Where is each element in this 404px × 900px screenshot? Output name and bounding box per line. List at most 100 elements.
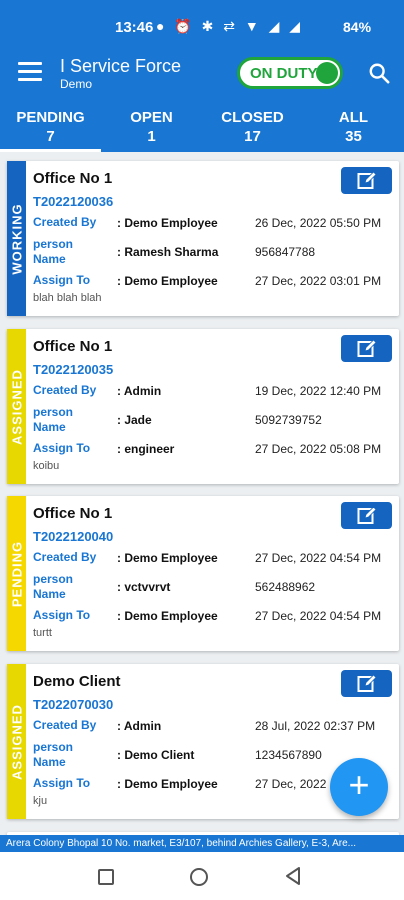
person-name-label: person Name <box>33 237 74 266</box>
ticket-id[interactable]: T2022120035 <box>33 362 113 377</box>
created-by-value: : Admin <box>117 719 162 733</box>
created-by-value: : Admin <box>117 384 162 398</box>
person-phone[interactable]: 5092739752 <box>255 413 322 427</box>
ticket-card[interactable]: ASSIGNED Office No 1 T2022120035 Created… <box>7 329 399 484</box>
ticket-title: Office No 1 <box>33 170 113 187</box>
person-phone[interactable]: 562488962 <box>255 580 315 594</box>
created-date: 19 Dec, 2022 12:40 PM <box>255 384 382 398</box>
plus-icon: + <box>348 764 370 805</box>
home-icon[interactable] <box>190 868 208 886</box>
ticket-note: blah blah blah <box>33 292 102 304</box>
edit-button[interactable] <box>341 670 392 697</box>
tab-label: PENDING <box>16 109 85 126</box>
ticket-title: Demo Client <box>33 673 121 690</box>
person-phone[interactable]: 1234567890 <box>255 748 322 762</box>
status-time: 13:46 <box>115 19 154 36</box>
status-tabs: PENDING 7 OPEN 1 CLOSED 17 ALL 35 <box>0 100 404 152</box>
ticket-id[interactable]: T2022070030 <box>33 697 113 712</box>
back-icon[interactable] <box>284 866 302 886</box>
created-by-value: : Demo Employee <box>117 216 218 230</box>
assign-to-label: Assign To <box>33 776 91 790</box>
assign-to-value: : Demo Employee <box>117 777 218 791</box>
tab-count: 35 <box>345 128 362 145</box>
duty-toggle-knob <box>316 62 338 84</box>
ticket-title: Office No 1 <box>33 338 113 355</box>
assign-to-value: : Demo Employee <box>117 274 218 288</box>
ticket-list[interactable]: WORKING Office No 1 T2022120036 Created … <box>0 152 404 835</box>
created-by-label: Created By <box>33 550 97 564</box>
tab-count: 17 <box>244 128 261 145</box>
ticket-title: Office No 1 <box>33 505 113 522</box>
person-name-label: person Name <box>33 572 74 601</box>
app-bar: I Service Force Demo ON DUTY <box>0 44 404 100</box>
edit-button[interactable] <box>341 502 392 529</box>
created-by-value: : Demo Employee <box>117 551 218 565</box>
status-icons: ● ⏰ ✱ ⇄ ▼ ◢ ◢ <box>156 18 304 34</box>
add-ticket-button[interactable]: + <box>330 758 388 816</box>
location-bar: Arera Colony Bhopal 10 No. market, E3/10… <box>0 835 404 852</box>
assign-to-value: : engineer <box>117 442 175 456</box>
assign-date: 27 Dec, 2022 03:01 PM <box>255 274 382 288</box>
person-name-label: person Name <box>33 405 74 434</box>
ticket-status: ASSIGNED <box>9 368 24 445</box>
edit-button[interactable] <box>341 167 392 194</box>
ticket-note: kju <box>33 795 48 807</box>
edit-icon <box>357 171 377 189</box>
tab-label: ALL <box>338 109 369 126</box>
edit-button[interactable] <box>341 335 392 362</box>
tab-closed[interactable]: CLOSED 17 <box>202 100 303 152</box>
status-strip: PENDING <box>7 496 26 651</box>
system-nav-bar <box>0 852 404 900</box>
search-icon[interactable] <box>368 62 390 84</box>
assign-date: 27 Dec, 2022 <box>255 777 327 791</box>
recent-apps-icon[interactable] <box>98 869 114 885</box>
hamburger-menu-icon[interactable] <box>18 62 42 82</box>
tab-label: OPEN <box>130 109 173 126</box>
assign-to-label: Assign To <box>33 441 91 455</box>
ticket-card[interactable]: PENDING Office No 1 T2022120040 Created … <box>7 496 399 651</box>
status-strip: ASSIGNED <box>7 329 26 484</box>
duty-toggle[interactable]: ON DUTY <box>237 57 343 89</box>
app-title: I Service Force <box>60 56 182 76</box>
edit-icon <box>357 674 377 692</box>
status-strip: ASSIGNED <box>7 664 26 819</box>
tab-open[interactable]: OPEN 1 <box>101 100 202 152</box>
app-subtitle: Demo <box>60 77 93 91</box>
created-by-label: Created By <box>33 383 97 397</box>
tab-pending[interactable]: PENDING 7 <box>0 100 101 152</box>
assign-to-label: Assign To <box>33 608 91 622</box>
person-name-value: : vctvvrvt <box>117 580 171 594</box>
tab-label: CLOSED <box>221 109 284 126</box>
tab-count: 7 <box>46 128 55 145</box>
ticket-status: PENDING <box>9 540 24 607</box>
created-date: 26 Dec, 2022 05:50 PM <box>255 216 382 230</box>
person-name-value: : Jade <box>117 413 152 427</box>
created-date: 28 Jul, 2022 02:37 PM <box>255 719 376 733</box>
person-name-label: person Name <box>33 740 74 769</box>
assign-to-value: : Demo Employee <box>117 609 218 623</box>
duty-toggle-label: ON DUTY <box>250 65 318 82</box>
ticket-card[interactable]: WORKING Office No 1 T2022120036 Created … <box>7 161 399 316</box>
ticket-note: turtt <box>33 627 52 639</box>
ticket-id[interactable]: T2022120040 <box>33 529 113 544</box>
assign-date: 27 Dec, 2022 04:54 PM <box>255 609 382 623</box>
assign-to-label: Assign To <box>33 273 91 287</box>
person-phone[interactable]: 956847788 <box>255 245 315 259</box>
assign-date: 27 Dec, 2022 05:08 PM <box>255 442 382 456</box>
ticket-note: koibu <box>33 460 60 472</box>
person-name-value: : Ramesh Sharma <box>117 245 219 259</box>
status-strip: WORKING <box>7 161 26 316</box>
tab-all[interactable]: ALL 35 <box>303 100 404 152</box>
ticket-status: WORKING <box>9 202 24 275</box>
person-name-value: : Demo Client <box>117 748 195 762</box>
edit-icon <box>357 339 377 357</box>
tab-count: 1 <box>147 128 156 145</box>
edit-icon <box>357 506 377 524</box>
created-by-label: Created By <box>33 718 97 732</box>
created-date: 27 Dec, 2022 04:54 PM <box>255 551 382 565</box>
ticket-id[interactable]: T2022120036 <box>33 194 113 209</box>
status-bar: 13:46 ● ⏰ ✱ ⇄ ▼ ◢ ◢ 84% <box>0 0 404 44</box>
ticket-status: ASSIGNED <box>9 703 24 780</box>
created-by-label: Created By <box>33 215 97 229</box>
battery-level: 84% <box>343 19 372 35</box>
